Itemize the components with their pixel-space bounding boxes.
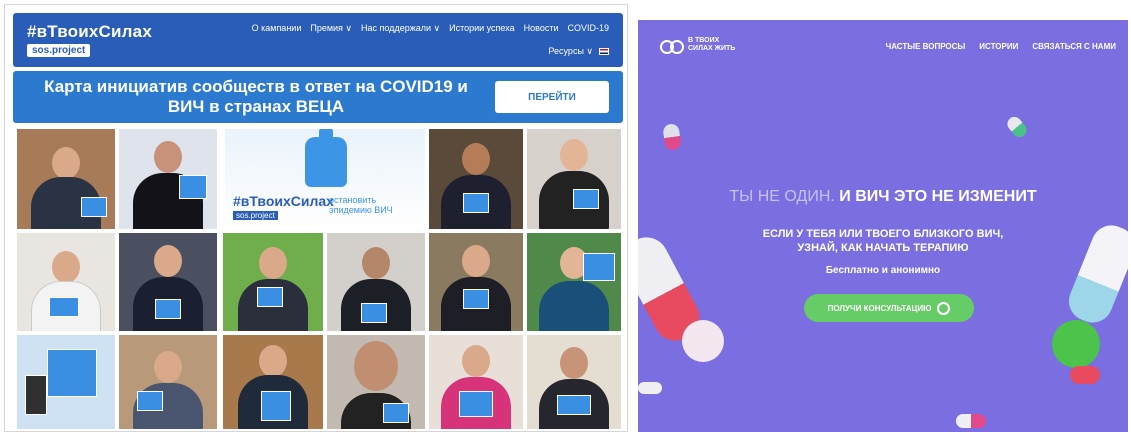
- photo-tile[interactable]: [17, 233, 115, 331]
- poster-card: [155, 299, 181, 319]
- cta-label: ПОЛУЧИ КОНСУЛЬТАЦИЮ: [827, 303, 932, 313]
- photo-tile[interactable]: [527, 335, 621, 429]
- nav-item-covid[interactable]: COVID-19: [567, 23, 609, 34]
- secondary-nav: Ресурсы ∨: [548, 46, 609, 57]
- person-body: [539, 281, 609, 331]
- photo-tile[interactable]: [327, 335, 425, 429]
- nav-item-stories[interactable]: Истории успеха: [449, 23, 515, 34]
- supporters-photo-grid: #вТвоихСилах остановить эпидемию ВИЧ sos…: [17, 129, 621, 429]
- nav-item-news[interactable]: Новости: [524, 23, 559, 34]
- subtitle-line-2: УЗНАЙ, КАК НАЧАТЬ ТЕРАПИЮ: [797, 242, 969, 254]
- photo-tile[interactable]: [429, 129, 523, 229]
- subtitle-line-1: ЕСЛИ У ТЕБЯ ИЛИ ТВОЕГО БЛИЗКОГО ВИЧ,: [762, 228, 1004, 240]
- campaign-slogan: остановить эпидемию ВИЧ: [329, 195, 393, 215]
- headline-part-2: И ВИЧ ЭТО НЕ ИЗМЕНИТ: [834, 188, 1037, 205]
- photo-tile[interactable]: [327, 233, 425, 331]
- nav-item-faq[interactable]: ЧАСТЫЕ ВОПРОСЫ: [886, 42, 966, 51]
- go-button[interactable]: ПЕРЕЙТИ: [495, 81, 609, 113]
- nav-item-supporters[interactable]: Нас поддержали ∨: [361, 23, 440, 34]
- site-logo-text[interactable]: В ТВОИХ СИЛАХ ЖИТЬ: [688, 37, 735, 53]
- slogan-line-1: остановить: [329, 195, 377, 205]
- poster-card: [573, 189, 599, 209]
- nav-item-about[interactable]: О кампании: [252, 23, 302, 34]
- person-head: [362, 247, 390, 279]
- person-head: [354, 341, 398, 391]
- photo-tile[interactable]: [119, 335, 217, 429]
- person-head: [154, 141, 182, 173]
- poster-card: [463, 289, 489, 309]
- poster-card: [557, 395, 591, 415]
- person-head: [154, 245, 182, 277]
- person-head: [259, 247, 287, 279]
- hiv-site-screenshot: В ТВОИХ СИЛАХ ЖИТЬ ЧАСТЫЕ ВОПРОСЫ ИСТОРИ…: [638, 20, 1128, 432]
- pill-decoration: [682, 320, 724, 362]
- person-head: [462, 345, 490, 377]
- main-nav: О кампании Премия ∨ Нас поддержали ∨ Ист…: [252, 23, 609, 34]
- poster-card: [361, 303, 387, 323]
- logo-line-1: В ТВОИХ: [688, 37, 720, 44]
- banner-title: Карта инициатив сообществ в ответ на COV…: [44, 77, 468, 116]
- poster-card: [261, 391, 291, 421]
- pill-decoration: [1070, 366, 1100, 384]
- uk-flag-icon[interactable]: [599, 48, 609, 55]
- site-logo-sub: sos.project: [27, 44, 91, 57]
- pill-decoration: [1052, 320, 1100, 368]
- site-logo[interactable]: #вТвоихСилах: [27, 22, 152, 42]
- photo-tile[interactable]: [429, 335, 523, 429]
- hero-headline: ТЫ НЕ ОДИН. И ВИЧ ЭТО НЕ ИЗМЕНИТ: [638, 188, 1128, 206]
- photo-tile[interactable]: [527, 233, 621, 331]
- pill-decoration: [1004, 114, 1030, 140]
- slogan-line-2: эпидемию ВИЧ: [329, 205, 393, 215]
- headline-part-1: ТЫ НЕ ОДИН.: [729, 188, 835, 205]
- poster-card: [81, 197, 107, 217]
- photo-tile[interactable]: [17, 129, 115, 229]
- photo-tile[interactable]: [119, 233, 217, 331]
- sos-project-screenshot: #вТвоихСилах sos.project О кампании Прем…: [4, 4, 628, 432]
- photo-tile[interactable]: [429, 233, 523, 331]
- nav-item-award[interactable]: Премия ∨: [310, 23, 352, 34]
- pill-decoration: [956, 414, 986, 428]
- poster-card: [583, 253, 615, 281]
- covid-map-banner: Карта инициатив сообществ в ответ на COV…: [13, 71, 623, 123]
- poster-card: [383, 403, 409, 423]
- campaign-logo-tile[interactable]: #вТвоихСилах остановить эпидемию ВИЧ sos…: [225, 129, 425, 229]
- poster-card: [49, 297, 79, 317]
- poster-card: [137, 391, 163, 411]
- person-head: [462, 143, 490, 175]
- photo-tile[interactable]: [119, 129, 217, 229]
- poster-card: [47, 349, 97, 397]
- person-head: [259, 345, 287, 377]
- person-head: [560, 347, 588, 379]
- poster-card: [25, 375, 47, 415]
- poster-card: [257, 287, 283, 307]
- photo-tile[interactable]: [17, 335, 115, 429]
- hero-subtitle: ЕСЛИ У ТЕБЯ ИЛИ ТВОЕГО БЛИЗКОГО ВИЧ, УЗН…: [638, 227, 1128, 255]
- logo-line-2: СИЛАХ ЖИТЬ: [688, 45, 736, 52]
- person-head: [560, 139, 588, 171]
- nav-item-resources[interactable]: Ресурсы ∨: [548, 46, 593, 57]
- thumbs-up-icon: [305, 129, 347, 187]
- get-consultation-button[interactable]: ПОЛУЧИ КОНСУЛЬТАЦИЮ: [804, 294, 974, 322]
- person-head: [462, 245, 490, 277]
- pill-decoration: [662, 123, 682, 151]
- photo-tile[interactable]: [223, 233, 323, 331]
- top-nav: ЧАСТЫЕ ВОПРОСЫ ИСТОРИИ СВЯЗАТЬСЯ С НАМИ: [886, 42, 1116, 51]
- photo-tile[interactable]: [527, 129, 621, 229]
- poster-card: [463, 193, 489, 213]
- person-head: [52, 147, 80, 179]
- pill-decoration: [638, 382, 662, 394]
- campaign-hashtag: #вТвоихСилах: [233, 193, 334, 209]
- site-header: #вТвоихСилах sos.project О кампании Прем…: [13, 13, 623, 67]
- poster-card: [459, 391, 493, 417]
- nav-item-stories[interactable]: ИСТОРИИ: [979, 42, 1018, 51]
- infinity-logo-icon[interactable]: [660, 38, 684, 56]
- free-anonymous-text: Бесплатно и анонимно: [825, 265, 941, 276]
- poster-card: [179, 175, 207, 199]
- person-head: [52, 251, 80, 283]
- person-head: [154, 351, 182, 383]
- nav-item-contact[interactable]: СВЯЗАТЬСЯ С НАМИ: [1032, 42, 1116, 51]
- whatsapp-icon: [937, 301, 951, 315]
- photo-tile[interactable]: [223, 335, 323, 429]
- campaign-sub: sos.project: [233, 211, 278, 220]
